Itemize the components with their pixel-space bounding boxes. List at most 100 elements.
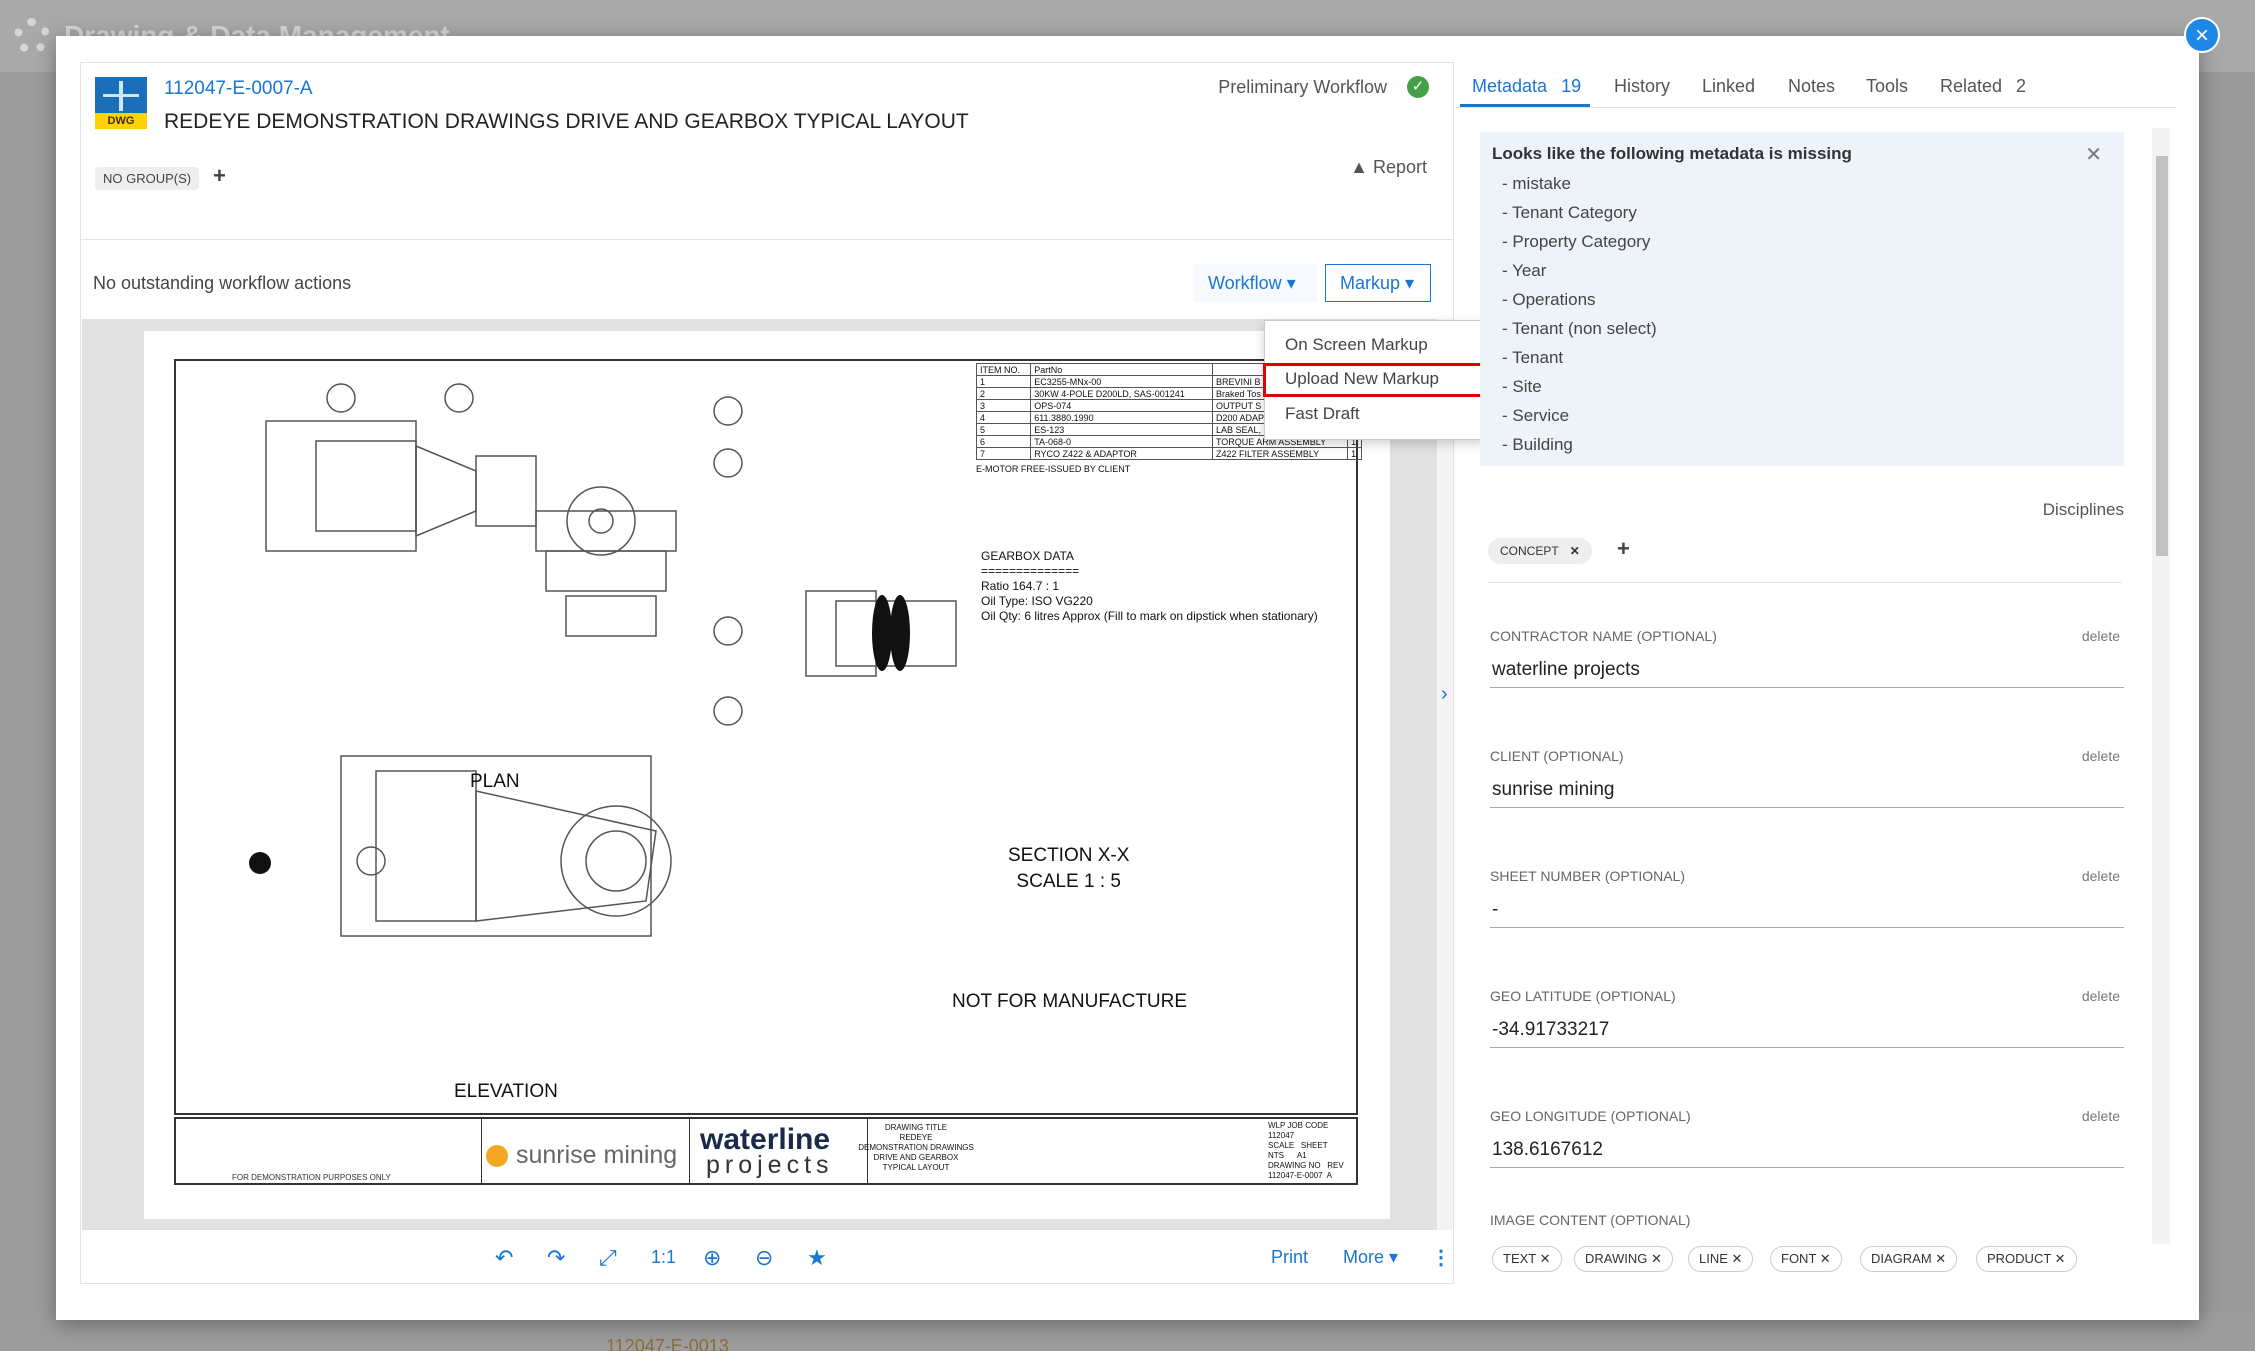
active-tab-indicator: [1460, 104, 1590, 107]
missing-item: - Site: [1502, 377, 1542, 396]
zoom-in-icon[interactable]: ⊕: [703, 1245, 721, 1271]
tab-history[interactable]: History: [1614, 76, 1670, 97]
tab-label: Metadata: [1472, 76, 1548, 96]
actual-size-button[interactable]: 1:1: [651, 1247, 676, 1268]
drawing-title-block: FOR DEMONSTRATION PURPOSES ONLY sunrise …: [174, 1117, 1358, 1185]
parts-cell: RYCO Z422 & ADAPTOR: [1030, 447, 1213, 460]
star-icon[interactable]: ★: [807, 1245, 827, 1271]
viewer-toolbar: ↶ ↷ ⤢ 1:1 ⊕ ⊖ ★ Print More ▾ ⋮: [81, 1231, 1453, 1283]
group-badge[interactable]: NO GROUP(S): [95, 167, 200, 190]
remove-icon[interactable]: ✕: [1540, 1251, 1551, 1266]
tab-metadata[interactable]: Metadata 19: [1472, 76, 1581, 97]
missing-item: - Service: [1502, 406, 1570, 425]
parts-cell: 4: [975, 411, 1032, 424]
rotate-left-icon[interactable]: ↶: [495, 1245, 513, 1271]
report-label: Report: [1372, 157, 1427, 177]
file-type-label: DWG: [95, 113, 147, 129]
missing-item: - Property Category: [1502, 232, 1651, 251]
remove-icon[interactable]: ✕: [1651, 1251, 1662, 1266]
caret-down-icon: ▾: [1389, 1247, 1399, 1267]
print-button[interactable]: Print: [1271, 1247, 1308, 1268]
remove-icon[interactable]: ✕: [1570, 544, 1580, 558]
add-group-icon[interactable]: +: [213, 163, 226, 189]
remove-icon[interactable]: ✕: [1935, 1251, 1946, 1266]
missing-item: - Year: [1502, 261, 1547, 280]
chip-label: LINE: [1699, 1251, 1728, 1266]
missing-item: - Tenant Category: [1502, 203, 1637, 222]
more-button[interactable]: More ▾: [1343, 1247, 1398, 1268]
missing-item: - Tenant (non select): [1502, 319, 1657, 338]
delete-link[interactable]: delete: [2082, 988, 2120, 1004]
menu-item-fast-draft[interactable]: Fast Draft: [1285, 404, 1360, 424]
contractor-name-field[interactable]: waterline projects: [1490, 652, 2124, 688]
image-content-chip[interactable]: DIAGRAM ✕: [1860, 1246, 1958, 1272]
chip-label: PRODUCT: [1987, 1251, 2052, 1266]
parts-cell: 1: [975, 375, 1032, 388]
client-field[interactable]: sunrise mining: [1490, 772, 2124, 808]
demo-note: FOR DEMONSTRATION PURPOSES ONLY: [232, 1173, 391, 1182]
discipline-tag[interactable]: CONCEPT ✕: [1488, 538, 1592, 564]
image-content-chip[interactable]: PRODUCT ✕: [1976, 1246, 2077, 1272]
delete-link[interactable]: delete: [2082, 628, 2120, 644]
drawing-viewer[interactable]: PLAN ELEVATION SECTION X-X SCALE 1 : 5 N…: [82, 319, 1454, 1230]
tab-linked[interactable]: Linked: [1702, 76, 1755, 97]
client-logo: sunrise mining: [482, 1119, 690, 1183]
fit-screen-icon[interactable]: ⤢: [599, 1245, 617, 1271]
delete-link[interactable]: delete: [2082, 748, 2120, 764]
workflow-actions-text: No outstanding workflow actions: [93, 273, 352, 293]
close-icon[interactable]: ✕: [2085, 142, 2102, 167]
section-label: SECTION X-X SCALE 1 : 5: [1008, 845, 1130, 892]
image-content-chip[interactable]: TEXT ✕: [1492, 1246, 1562, 1272]
kebab-icon[interactable]: ⋮: [1431, 1245, 1451, 1270]
document-number-link[interactable]: 112047-E-0007-A: [164, 78, 313, 100]
zoom-out-icon[interactable]: ⊖: [755, 1245, 773, 1271]
divider: [81, 239, 1453, 240]
title-block-title: DRAWING TITLE REDEYE DEMONSTRATION DRAWI…: [858, 1123, 974, 1172]
add-discipline-icon[interactable]: +: [1617, 536, 1630, 562]
field-label: GEO LATITUDE (OPTIONAL): [1490, 988, 1676, 1004]
geo-latitude-field[interactable]: -34.91733217: [1490, 1012, 2124, 1048]
workflow-button[interactable]: Workflow ▾: [1193, 264, 1317, 302]
disciplines-label: Disciplines: [2042, 500, 2124, 519]
rotate-right-icon[interactable]: ↷: [547, 1245, 565, 1271]
markup-button[interactable]: Markup ▾: [1325, 264, 1431, 302]
delete-link[interactable]: delete: [2082, 868, 2120, 884]
tab-count: 19: [1561, 76, 1582, 96]
sheet-number-field[interactable]: -: [1490, 892, 2124, 928]
viewer-side-rail[interactable]: [1437, 319, 1453, 1230]
image-content-chip[interactable]: DRAWING ✕: [1574, 1246, 1673, 1272]
remove-icon[interactable]: ✕: [1732, 1251, 1743, 1266]
revision-table: FOR DEMONSTRATION PURPOSES ONLY: [176, 1119, 482, 1183]
parts-cell: 6: [975, 435, 1032, 448]
background-sidebar: [0, 72, 56, 1351]
gearbox-data-note: GEARBOX DATA ============== Ratio 164.7 …: [981, 549, 1318, 623]
image-content-chip[interactable]: FONT ✕: [1770, 1246, 1842, 1272]
close-modal-button[interactable]: ×: [2184, 17, 2220, 53]
parts-cell: 7: [975, 447, 1032, 460]
parts-cell: ITEM NO.: [975, 363, 1032, 376]
report-button[interactable]: ▲ Report: [1350, 157, 1427, 178]
image-content-chip[interactable]: LINE ✕: [1688, 1246, 1754, 1272]
geo-longitude-field[interactable]: 138.6167612: [1490, 1132, 2124, 1168]
tab-tools[interactable]: Tools: [1866, 76, 1908, 97]
parts-cell: 3: [975, 399, 1032, 412]
remove-icon[interactable]: ✕: [2055, 1251, 2066, 1266]
parts-cell: 1: [1347, 447, 1362, 460]
chip-label: TEXT: [1503, 1251, 1536, 1266]
chip-label: DIAGRAM: [1871, 1251, 1932, 1266]
field-label: GEO LONGITUDE (OPTIONAL): [1490, 1108, 1691, 1124]
tab-related[interactable]: Related 2: [1940, 76, 2026, 97]
elevation-label: ELEVATION: [454, 1081, 558, 1102]
menu-item-on-screen-markup[interactable]: On Screen Markup: [1285, 335, 1428, 355]
scrollbar-thumb[interactable]: [2156, 156, 2168, 556]
tab-notes[interactable]: Notes: [1788, 76, 1835, 97]
remove-icon[interactable]: ✕: [1820, 1251, 1831, 1266]
chevron-right-icon[interactable]: ›: [1441, 683, 1448, 706]
alert-title: Looks like the following metadata is mis…: [1492, 144, 1852, 163]
missing-item: - Tenant: [1502, 348, 1564, 367]
not-for-manufacture-label: NOT FOR MANUFACTURE: [952, 991, 1188, 1012]
dwg-file-icon: DWG: [95, 77, 147, 129]
background-doc-number: 112047-E-0013: [606, 1336, 729, 1351]
delete-link[interactable]: delete: [2082, 1108, 2120, 1124]
drawing-frame: PLAN ELEVATION SECTION X-X SCALE 1 : 5 N…: [174, 359, 1362, 1115]
